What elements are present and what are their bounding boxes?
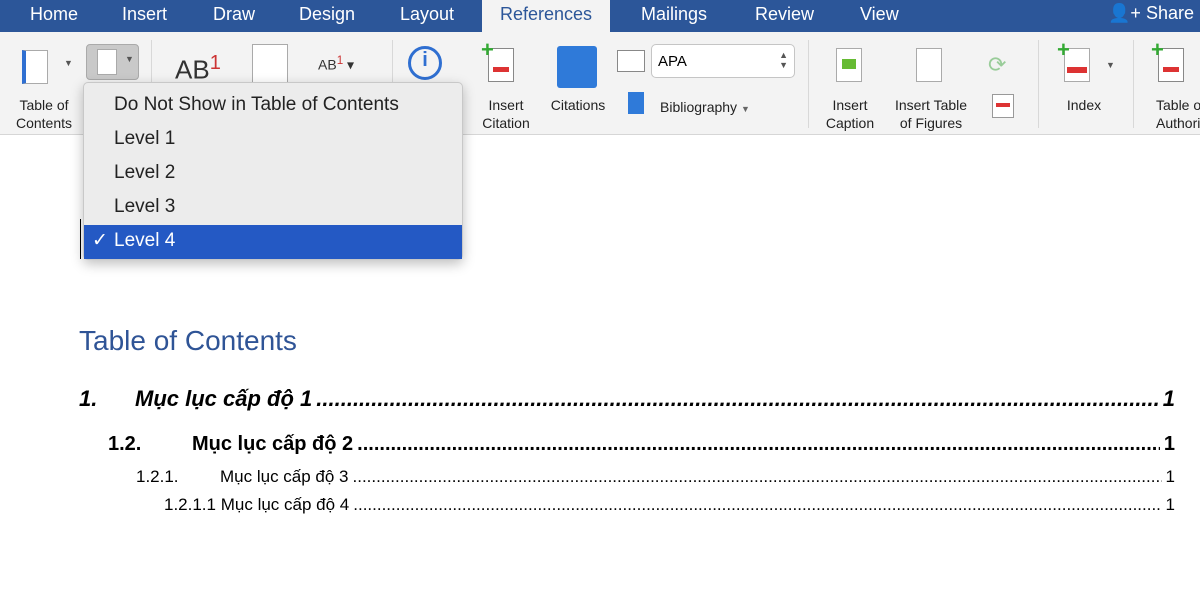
insert-endnote-icon[interactable] [252,44,288,84]
chevron-down-icon[interactable]: ▼ [64,58,73,68]
divider [1133,40,1134,128]
toc-entry-level-4[interactable]: 1.2.1.1 Mục lục cấp độ 41 [164,495,1175,515]
citations-button[interactable]: Citations [543,96,613,114]
tab-references[interactable]: References [482,0,611,32]
menu-item-level-4[interactable]: ✓ Level 4 [84,225,462,259]
citation-style-select[interactable]: APA ▲ ▼ [651,44,795,78]
menu-item-do-not-show[interactable]: Do Not Show in Table of Contents [84,89,462,123]
tab-mailings[interactable]: Mailings [641,4,707,25]
index-button[interactable]: Index [1060,96,1108,114]
citations-icon[interactable] [557,46,597,88]
toc-entry-level-2[interactable]: 1.2.Mục lục cấp độ 21 [108,433,1175,456]
toc-entry-level-3[interactable]: 1.2.1.Mục lục cấp độ 31 [136,467,1175,487]
update-table-icon[interactable]: ⟳ [988,52,1006,78]
insert-table-of-authorities-icon[interactable]: + [1151,37,1184,82]
tab-layout[interactable]: Layout [400,4,454,25]
insert-caption-button[interactable]: Insert Caption [815,96,885,132]
insert-citation-button[interactable]: Insert Citation [470,96,542,132]
smart-lookup-icon[interactable]: i [408,46,442,80]
bibliography-icon [628,92,644,114]
toc-heading: Table of Contents [79,325,297,356]
menu-item-level-1[interactable]: Level 1 [84,123,462,157]
insert-index-icon[interactable]: + [1057,37,1090,82]
insert-caption-icon[interactable] [836,48,862,82]
add-text-dropdown-menu: Do Not Show in Table of Contents Level 1… [83,82,463,260]
chevron-down-icon[interactable]: ▼ [1106,60,1115,70]
share-button[interactable]: 👤+ Share [1108,3,1194,24]
insert-citation-icon[interactable]: + [481,37,514,82]
tab-design[interactable]: Design [299,4,355,25]
table-of-authorities-button[interactable]: Table ofAuthorities [1146,96,1200,132]
table-of-contents-icon[interactable] [22,50,48,84]
table-of-contents-button[interactable]: Table of Contents [8,96,80,132]
ribbon-tab-bar: Home Insert Draw Design Layout Reference… [0,0,1200,32]
insert-table-of-figures-icon[interactable] [916,48,942,82]
manage-sources-icon[interactable] [617,50,645,72]
menu-item-level-3[interactable]: Level 3 [84,191,462,225]
next-footnote-icon[interactable]: AB1 ▾ [318,54,354,74]
insert-footnote-icon[interactable]: AB1 [175,52,221,86]
text-cursor [80,219,81,259]
tab-view[interactable]: View [860,4,899,25]
tab-review[interactable]: Review [755,4,814,25]
insert-table-of-figures-button[interactable]: Insert Table of Figures [884,96,978,132]
add-person-icon: 👤+ [1108,3,1141,23]
toc-entry-level-1[interactable]: 1.Mục lục cấp độ 11 [79,386,1175,412]
add-text-icon [97,49,117,75]
divider [808,40,809,128]
tab-home[interactable]: Home [30,4,78,25]
cross-reference-icon[interactable] [992,94,1014,118]
menu-item-level-2[interactable]: Level 2 [84,157,462,191]
tab-draw[interactable]: Draw [213,4,255,25]
checkmark-icon: ✓ [92,230,108,251]
divider [1038,40,1039,128]
tab-insert[interactable]: Insert [122,4,167,25]
bibliography-button[interactable]: Bibliography ▼ [660,98,750,118]
add-text-button[interactable]: ▼ [86,44,139,80]
